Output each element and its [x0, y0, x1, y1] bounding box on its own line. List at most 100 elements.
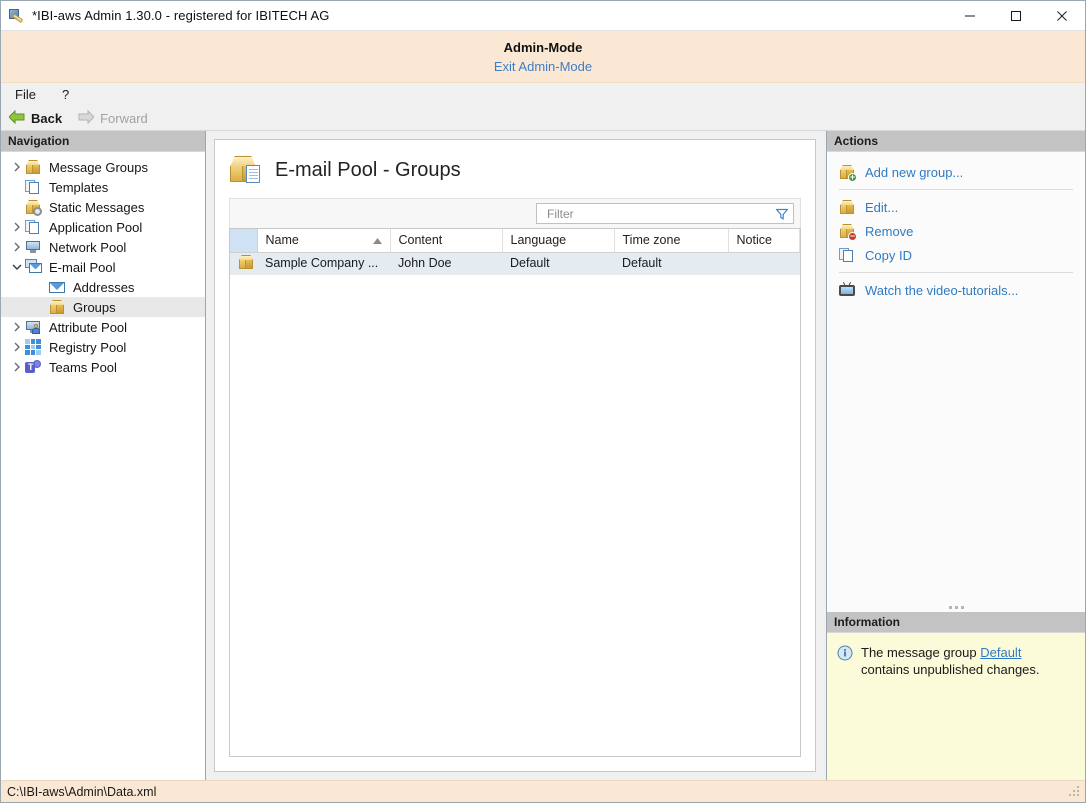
sidebar-item-attribute-pool[interactable]: Attribute Pool — [1, 317, 205, 337]
information-default-link[interactable]: Default — [980, 645, 1021, 660]
back-label: Back — [31, 110, 63, 126]
sidebar-item-templates[interactable]: Templates — [1, 177, 205, 197]
menu-bar: File ? — [1, 83, 1085, 106]
information-text-after: contains unpublished changes. — [861, 662, 1040, 677]
sidebar-item-label: Static Messages — [49, 199, 145, 215]
sidebar-item-label: Network Pool — [49, 239, 127, 255]
action-copy-id[interactable]: Copy ID — [827, 243, 1085, 267]
groups-table: Name Content Language Time zone Notice S… — [230, 229, 800, 275]
gold-box-document-icon — [229, 154, 263, 186]
exit-admin-mode-link[interactable]: Exit Admin-Mode — [494, 59, 592, 74]
status-path: C:\IBI-aws\Admin\Data.xml — [7, 784, 157, 799]
filter-input[interactable] — [545, 205, 775, 222]
chevron-right-icon[interactable] — [9, 342, 25, 352]
forward-arrow-icon — [78, 109, 95, 127]
gold-box-minus-icon: − — [839, 223, 857, 241]
sidebar-item-registry-pool[interactable]: Registry Pool — [1, 337, 205, 357]
content-card: E-mail Pool - Groups Filter Name Content… — [214, 139, 816, 772]
cell-name: Sample Company ... — [257, 252, 390, 275]
sidebar-item-message-groups[interactable]: Message Groups — [1, 157, 205, 177]
content-pane: E-mail Pool - Groups Filter Name Content… — [206, 131, 826, 780]
table-header-timezone[interactable]: Time zone — [614, 229, 729, 253]
sidebar-item-label: Message Groups — [49, 159, 148, 175]
main-body: Navigation Message Groups Templates Static… — [1, 131, 1085, 780]
action-label: Copy ID — [865, 247, 912, 263]
close-button[interactable] — [1039, 1, 1085, 31]
navigation-header: Navigation — [1, 131, 205, 151]
cell-notice — [728, 252, 800, 275]
filter-box[interactable] — [536, 203, 794, 224]
content-title-row: E-mail Pool - Groups — [229, 150, 801, 190]
table-body: Sample Company ... John Doe Default Default — [230, 252, 800, 275]
teams-icon — [25, 359, 43, 375]
back-button[interactable]: Back — [8, 109, 63, 127]
forward-label: Forward — [100, 110, 148, 126]
chevron-down-icon[interactable] — [9, 263, 25, 271]
actions-header: Actions — [827, 131, 1085, 151]
action-label: Edit... — [865, 199, 899, 215]
chevron-right-icon[interactable] — [9, 322, 25, 332]
grid-icon — [25, 339, 43, 355]
action-edit[interactable]: Edit... — [827, 195, 1085, 219]
forward-button[interactable]: Forward — [78, 109, 148, 127]
app-window: *IBI-aws Admin 1.30.0 - registered for I… — [0, 0, 1086, 803]
action-label: Watch the video-tutorials... — [865, 282, 1019, 298]
chevron-right-icon[interactable] — [9, 222, 25, 232]
chevron-right-icon[interactable] — [9, 242, 25, 252]
pages-icon — [25, 179, 43, 195]
table-header-row: Name Content Language Time zone Notice — [230, 229, 800, 253]
sidebar-item-addresses[interactable]: Addresses — [1, 277, 205, 297]
cell-time-zone: Default — [614, 252, 728, 275]
information-panel: The message group Default contains unpub… — [827, 632, 1085, 780]
sidebar-item-e-mail-pool[interactable]: E-mail Pool — [1, 257, 205, 277]
information-header: Information — [827, 612, 1085, 632]
menu-help[interactable]: ? — [58, 85, 73, 104]
cell-content: John Doe — [390, 252, 502, 275]
row-gold-box-icon — [230, 252, 257, 275]
monitor-person-icon — [25, 319, 43, 335]
tv-icon — [839, 282, 856, 298]
chevron-right-icon[interactable] — [9, 362, 25, 372]
page-title: E-mail Pool - Groups — [275, 158, 461, 181]
table-header-notice[interactable]: Notice — [728, 229, 800, 253]
navigation-toolbar: Back Forward — [1, 106, 1085, 131]
gold-box-gear-icon — [25, 199, 43, 216]
maximize-button[interactable] — [993, 1, 1039, 31]
information-text: The message group Default contains unpub… — [861, 644, 1073, 678]
groups-table-wrapper[interactable]: Name Content Language Time zone Notice S… — [229, 228, 801, 757]
info-icon — [837, 645, 853, 661]
sidebar-item-label: Attribute Pool — [49, 319, 128, 335]
cell-language: Default — [502, 252, 614, 275]
sidebar-item-label: Groups — [73, 299, 116, 315]
sidebar-item-network-pool[interactable]: Network Pool — [1, 237, 205, 257]
action-label: Remove — [865, 223, 914, 239]
sidebar-item-label: E-mail Pool — [49, 259, 116, 275]
envelope-icon — [49, 279, 67, 295]
table-header-language[interactable]: Language — [502, 229, 615, 253]
status-bar: C:\IBI-aws\Admin\Data.xml — [1, 780, 1085, 802]
back-arrow-icon — [8, 109, 25, 127]
resize-grip[interactable] — [1069, 785, 1081, 798]
chevron-right-icon[interactable] — [9, 162, 25, 172]
funnel-icon[interactable] — [775, 207, 789, 221]
sidebar-item-static-messages[interactable]: Static Messages — [1, 197, 205, 217]
gold-box-plus-icon: + — [839, 164, 857, 182]
copy-pages-icon — [839, 247, 856, 263]
sidebar-item-teams-pool[interactable]: Teams Pool — [1, 357, 205, 377]
action-remove[interactable]: − Remove — [827, 219, 1085, 243]
window-controls — [947, 1, 1085, 31]
action-watch-the-video-tutorials[interactable]: Watch the video-tutorials... — [827, 278, 1085, 302]
sidebar-item-application-pool[interactable]: Application Pool — [1, 217, 205, 237]
table-header-content[interactable]: Content — [390, 229, 503, 253]
pages-icon — [25, 219, 43, 235]
navigation-tree[interactable]: Message Groups Templates Static Messages Ap… — [1, 151, 205, 780]
panel-splitter[interactable] — [827, 603, 1085, 612]
table-row[interactable]: Sample Company ... John Doe Default Default — [230, 252, 800, 275]
action-add-new-group[interactable]: + Add new group... — [827, 160, 1085, 184]
menu-file[interactable]: File — [11, 85, 40, 104]
table-header-name[interactable]: Name — [257, 229, 391, 253]
gold-box-icon — [25, 159, 43, 175]
sidebar-item-groups[interactable]: Groups — [1, 297, 205, 317]
minimize-button[interactable] — [947, 1, 993, 31]
sidebar-item-label: Registry Pool — [49, 339, 127, 355]
